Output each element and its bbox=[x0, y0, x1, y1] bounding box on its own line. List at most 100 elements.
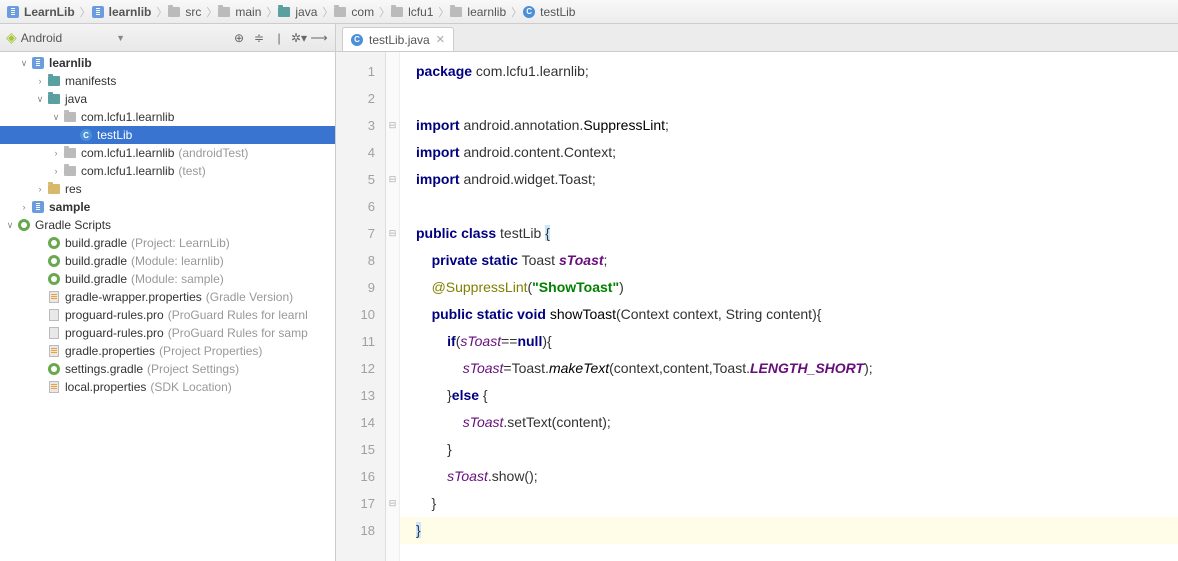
code-line[interactable]: } bbox=[416, 490, 1178, 517]
tree-folder[interactable]: ∨java bbox=[0, 90, 335, 108]
code-line[interactable]: package com.lcfu1.learnlib; bbox=[416, 58, 1178, 85]
tree-label: gradle-wrapper.properties bbox=[65, 290, 202, 304]
tree-module[interactable]: ›sample bbox=[0, 198, 335, 216]
gradle-icon bbox=[46, 272, 62, 286]
editor-area: C testLib.java ✕ 12345678910111213141516… bbox=[336, 24, 1178, 561]
breadcrumb-label: java bbox=[295, 5, 317, 19]
expand-arrow[interactable]: ∨ bbox=[34, 94, 46, 105]
fold-handle[interactable]: ⊟ bbox=[386, 166, 399, 193]
code-line[interactable]: if(sToast==null){ bbox=[416, 328, 1178, 355]
code-line[interactable]: import android.widget.Toast; bbox=[416, 166, 1178, 193]
code-line[interactable]: private static Toast sToast; bbox=[416, 247, 1178, 274]
breadcrumb-item[interactable]: main bbox=[215, 2, 267, 22]
view-selector[interactable]: ◈ Android ▼ bbox=[6, 29, 125, 46]
expand-arrow[interactable]: › bbox=[50, 166, 62, 176]
fold-handle[interactable]: ⊟ bbox=[386, 220, 399, 247]
fold-handle bbox=[386, 139, 399, 166]
tree-file[interactable]: proguard-rules.pro(ProGuard Rules for sa… bbox=[0, 324, 335, 342]
project-tree[interactable]: ∨learnlib›manifests∨java∨com.lcfu1.learn… bbox=[0, 52, 335, 561]
breadcrumb-item[interactable]: CtestLib bbox=[520, 2, 581, 22]
breadcrumb-label: com bbox=[351, 5, 374, 19]
code-line[interactable] bbox=[416, 193, 1178, 220]
breadcrumb-item[interactable]: LearnLib bbox=[4, 2, 81, 22]
code-line[interactable]: import android.content.Context; bbox=[416, 139, 1178, 166]
tree-qualifier: (Module: sample) bbox=[131, 272, 224, 286]
collapse-icon[interactable]: ≑ bbox=[249, 28, 269, 48]
tree-gradle-root[interactable]: ∨Gradle Scripts bbox=[0, 216, 335, 234]
line-number: 18 bbox=[336, 517, 375, 544]
props-icon bbox=[46, 290, 62, 304]
breadcrumb-item[interactable]: src bbox=[165, 2, 207, 22]
project-sidebar: ◈ Android ▼ ⊕ ≑ | ✲▾ ⟶ ∨learnlib › manifes… bbox=[0, 24, 336, 561]
tree-pkg[interactable]: ›com.lcfu1.learnlib(test) bbox=[0, 162, 335, 180]
code-editor[interactable]: 123456789101112131415161718 ⊟⊟⊟⊟ package… bbox=[336, 52, 1178, 561]
code-line[interactable]: sToast.show(); bbox=[416, 463, 1178, 490]
expand-arrow[interactable]: ∨ bbox=[18, 58, 30, 69]
code-line[interactable]: public class testLib { bbox=[416, 220, 1178, 247]
code-line[interactable]: sToast=Toast.makeText(context,content,To… bbox=[416, 355, 1178, 382]
tree-pkg[interactable]: ∨ com.lcfu1.learnlib bbox=[0, 108, 335, 126]
fold-handle bbox=[386, 355, 399, 382]
expand-arrow[interactable]: › bbox=[34, 184, 46, 194]
breadcrumb-item[interactable]: learnlib bbox=[89, 2, 158, 22]
tree-gradle[interactable]: build.gradle(Module: sample) bbox=[0, 270, 335, 288]
line-number: 8 bbox=[336, 247, 375, 274]
tree-gradle[interactable]: build.gradle(Project: LearnLib) bbox=[0, 234, 335, 252]
line-number: 14 bbox=[336, 409, 375, 436]
tree-props[interactable]: gradle.properties(Project Properties) bbox=[0, 342, 335, 360]
code-line[interactable]: } bbox=[416, 517, 1178, 544]
target-icon[interactable]: ⊕ bbox=[229, 28, 249, 48]
hide-icon[interactable]: ⟶ bbox=[309, 28, 329, 48]
expand-arrow[interactable]: ∨ bbox=[50, 112, 62, 123]
editor-tab[interactable]: C testLib.java ✕ bbox=[342, 27, 454, 51]
breadcrumb-icon bbox=[277, 5, 291, 19]
code-line[interactable]: } bbox=[416, 436, 1178, 463]
code-line[interactable]: public static void showToast(Context con… bbox=[416, 301, 1178, 328]
tree-props[interactable]: gradle-wrapper.properties(Gradle Version… bbox=[0, 288, 335, 306]
gradle-icon bbox=[46, 362, 62, 376]
fold-strip[interactable]: ⊟ ⊟ ⊟ ⊟ bbox=[386, 52, 400, 561]
editor-tabbar: C testLib.java ✕ bbox=[336, 24, 1178, 52]
code-line[interactable] bbox=[416, 85, 1178, 112]
line-number: 6 bbox=[336, 193, 375, 220]
expand-arrow[interactable]: ∨ bbox=[4, 220, 16, 231]
fold-handle[interactable]: ⊟ bbox=[386, 490, 399, 517]
breadcrumb-icon bbox=[91, 5, 105, 19]
tree-class[interactable]: CtestLib bbox=[0, 126, 335, 144]
breadcrumb-icon bbox=[449, 5, 463, 19]
tree-gradle[interactable]: settings.gradle(Project Settings) bbox=[0, 360, 335, 378]
breadcrumb-label: testLib bbox=[540, 5, 575, 19]
tree-label: testLib bbox=[97, 128, 132, 142]
tree-module[interactable]: ∨learnlib bbox=[0, 54, 335, 72]
expand-arrow[interactable]: › bbox=[18, 202, 30, 212]
code-line[interactable]: import android.annotation.SuppressLint; bbox=[416, 112, 1178, 139]
tree-label: build.gradle bbox=[65, 236, 127, 250]
breadcrumb-item[interactable]: com bbox=[331, 2, 380, 22]
code-line[interactable]: sToast.setText(content); bbox=[416, 409, 1178, 436]
breadcrumb-item[interactable]: lcfu1 bbox=[388, 2, 439, 22]
tree-folder[interactable]: ›res bbox=[0, 180, 335, 198]
expand-arrow[interactable]: › bbox=[50, 148, 62, 158]
fold-handle[interactable]: ⊟ bbox=[386, 112, 399, 139]
close-icon[interactable]: ✕ bbox=[436, 33, 445, 46]
code-line[interactable]: }else { bbox=[416, 382, 1178, 409]
breadcrumb-item[interactable]: learnlib bbox=[447, 2, 512, 22]
tree-label: manifests bbox=[65, 74, 116, 88]
tree-file[interactable]: proguard-rules.pro(ProGuard Rules for le… bbox=[0, 306, 335, 324]
gear-icon[interactable]: ✲▾ bbox=[289, 28, 309, 48]
divider: | bbox=[269, 28, 289, 48]
tree-label: proguard-rules.pro bbox=[65, 308, 164, 322]
code-content[interactable]: package com.lcfu1.learnlib; import androi… bbox=[400, 52, 1178, 561]
code-line[interactable]: @SuppressLint("ShowToast") bbox=[416, 274, 1178, 301]
breadcrumb-item[interactable]: java bbox=[275, 2, 323, 22]
fold-handle bbox=[386, 436, 399, 463]
tree-gradle[interactable]: build.gradle(Module: learnlib) bbox=[0, 252, 335, 270]
fold-handle bbox=[386, 409, 399, 436]
tree-label: local.properties bbox=[65, 380, 146, 394]
expand-arrow[interactable]: › bbox=[34, 76, 46, 86]
tree-pkg[interactable]: ›com.lcfu1.learnlib(androidTest) bbox=[0, 144, 335, 162]
line-number: 9 bbox=[336, 274, 375, 301]
tree-label: com.lcfu1.learnlib bbox=[81, 110, 174, 124]
tree-props[interactable]: local.properties(SDK Location) bbox=[0, 378, 335, 396]
tree-folder[interactable]: › manifests bbox=[0, 72, 335, 90]
